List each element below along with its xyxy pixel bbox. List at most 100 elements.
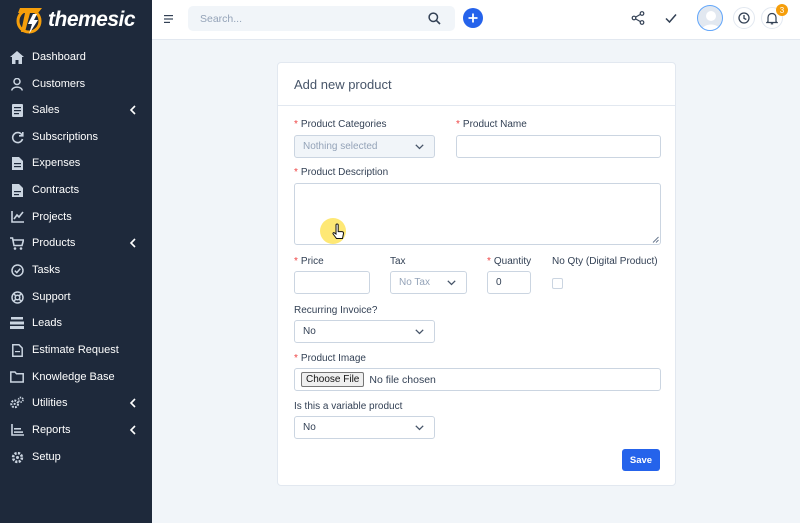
avatar-placeholder-icon: [701, 11, 721, 30]
chevron-down-icon: [415, 329, 424, 335]
chevron-down-icon: [415, 425, 424, 431]
required-mark: *: [487, 256, 491, 267]
sidebar-item-label: Dashboard: [32, 51, 86, 63]
sidebar-item-sales[interactable]: Sales: [0, 97, 152, 123]
timer-button[interactable]: [733, 7, 755, 29]
required-mark: *: [294, 353, 298, 364]
tax-label: Tax: [390, 256, 406, 267]
sidebar: themesic Dashboard Customers Sales Subsc…: [0, 0, 152, 523]
sidebar-item-estimate-request[interactable]: Estimate Request: [0, 337, 152, 363]
save-button[interactable]: Save: [622, 449, 660, 471]
sidebar-item-label: Reports: [32, 424, 71, 436]
file-icon: [10, 156, 24, 170]
price-label: * Price: [294, 256, 324, 267]
required-mark: *: [456, 119, 460, 130]
sidebar-item-utilities[interactable]: Utilities: [0, 390, 152, 416]
chevron-left-icon: [129, 105, 136, 115]
sidebar-item-knowledge-base[interactable]: Knowledge Base: [0, 364, 152, 390]
sidebar-item-label: Tasks: [32, 264, 61, 276]
sidebar-item-label: Leads: [32, 317, 62, 329]
user-icon: [10, 77, 24, 91]
sidebar-item-label: Sales: [32, 104, 60, 116]
sidebar-item-tasks[interactable]: Tasks: [0, 257, 152, 283]
tax-value: No Tax: [399, 277, 430, 288]
variable-product-value: No: [303, 422, 316, 433]
no-qty-label: No Qty (Digital Product): [552, 256, 658, 267]
sidebar-item-projects[interactable]: Projects: [0, 204, 152, 230]
quantity-input[interactable]: 0: [487, 271, 531, 294]
sidebar-item-support[interactable]: Support: [0, 284, 152, 310]
pointer-cursor-icon: [320, 218, 346, 244]
sidebar-item-subscriptions[interactable]: Subscriptions: [0, 124, 152, 150]
brand-logo[interactable]: themesic: [16, 2, 136, 38]
tax-select[interactable]: No Tax: [390, 271, 467, 294]
variable-product-select[interactable]: No: [294, 416, 435, 439]
search-input[interactable]: [188, 6, 418, 31]
file-text-icon: [10, 343, 24, 357]
resize-handle-icon[interactable]: [652, 236, 659, 243]
no-qty-checkbox[interactable]: [552, 278, 563, 289]
checkmark-icon[interactable]: [664, 11, 678, 25]
search-icon[interactable]: [428, 12, 441, 25]
sidebar-item-label: Projects: [32, 211, 72, 223]
chart-icon: [10, 210, 24, 224]
sidebar-item-products[interactable]: Products: [0, 230, 152, 256]
quantity-label: * Quantity: [487, 256, 532, 267]
product-categories-label: * Product Categories: [294, 119, 387, 130]
add-product-card: Add new product * Product Categories Noth…: [277, 62, 676, 486]
sidebar-item-label: Utilities: [32, 397, 68, 409]
chevron-left-icon: [129, 425, 136, 435]
gear-icon: [10, 450, 24, 464]
receipt-icon: [10, 103, 24, 117]
brand-name: themesic: [48, 8, 136, 31]
chevron-left-icon: [129, 238, 136, 248]
product-image-label: * Product Image: [294, 353, 366, 364]
price-input[interactable]: [294, 271, 370, 294]
sidebar-item-customers[interactable]: Customers: [0, 71, 152, 97]
product-categories-value: Nothing selected: [303, 141, 378, 152]
recurring-invoice-select[interactable]: No: [294, 320, 435, 343]
folder-icon: [10, 370, 24, 384]
required-mark: *: [294, 119, 298, 130]
sidebar-item-dashboard[interactable]: Dashboard: [0, 44, 152, 70]
themesic-logo-icon: [16, 8, 42, 34]
stack-icon: [10, 316, 24, 330]
required-mark: *: [294, 167, 298, 178]
quick-add-button[interactable]: [463, 8, 483, 28]
sidebar-item-label: Knowledge Base: [32, 371, 115, 383]
sidebar-item-label: Support: [32, 291, 71, 303]
user-avatar[interactable]: [697, 5, 723, 31]
cogs-icon: [10, 396, 24, 410]
top-header: [152, 0, 800, 40]
recurring-invoice-label: Recurring Invoice?: [294, 305, 378, 316]
share-icon[interactable]: [631, 11, 645, 25]
sidebar-item-expenses[interactable]: Expenses: [0, 150, 152, 176]
sidebar-item-label: Expenses: [32, 157, 81, 169]
home-icon: [10, 50, 24, 64]
sidebar-item-label: Setup: [32, 451, 61, 463]
required-mark: *: [294, 256, 298, 267]
sidebar-item-reports[interactable]: Reports: [0, 417, 152, 443]
page-title: Add new product: [294, 77, 392, 92]
document-icon: [10, 183, 24, 197]
choose-file-button[interactable]: Choose File: [301, 372, 365, 387]
bar-chart-icon: [10, 423, 24, 437]
chevron-down-icon: [447, 280, 456, 286]
lifebuoy-icon: [10, 290, 24, 304]
product-name-input[interactable]: [456, 135, 661, 158]
search-bar: [188, 6, 455, 31]
check-circle-icon: [10, 263, 24, 277]
sidebar-item-label: Customers: [32, 78, 86, 90]
sidebar-item-contracts[interactable]: Contracts: [0, 177, 152, 203]
sidebar-item-label: Subscriptions: [32, 131, 99, 143]
cart-icon: [10, 236, 24, 250]
refresh-icon: [10, 130, 24, 144]
menu-toggle-icon[interactable]: [164, 14, 174, 24]
product-description-label: * Product Description: [294, 167, 389, 178]
plus-icon: [468, 13, 478, 23]
notification-badge: 3: [776, 4, 788, 16]
clock-icon: [738, 12, 750, 24]
product-categories-select[interactable]: Nothing selected: [294, 135, 435, 158]
sidebar-item-setup[interactable]: Setup: [0, 444, 152, 470]
sidebar-item-leads[interactable]: Leads: [0, 310, 152, 336]
